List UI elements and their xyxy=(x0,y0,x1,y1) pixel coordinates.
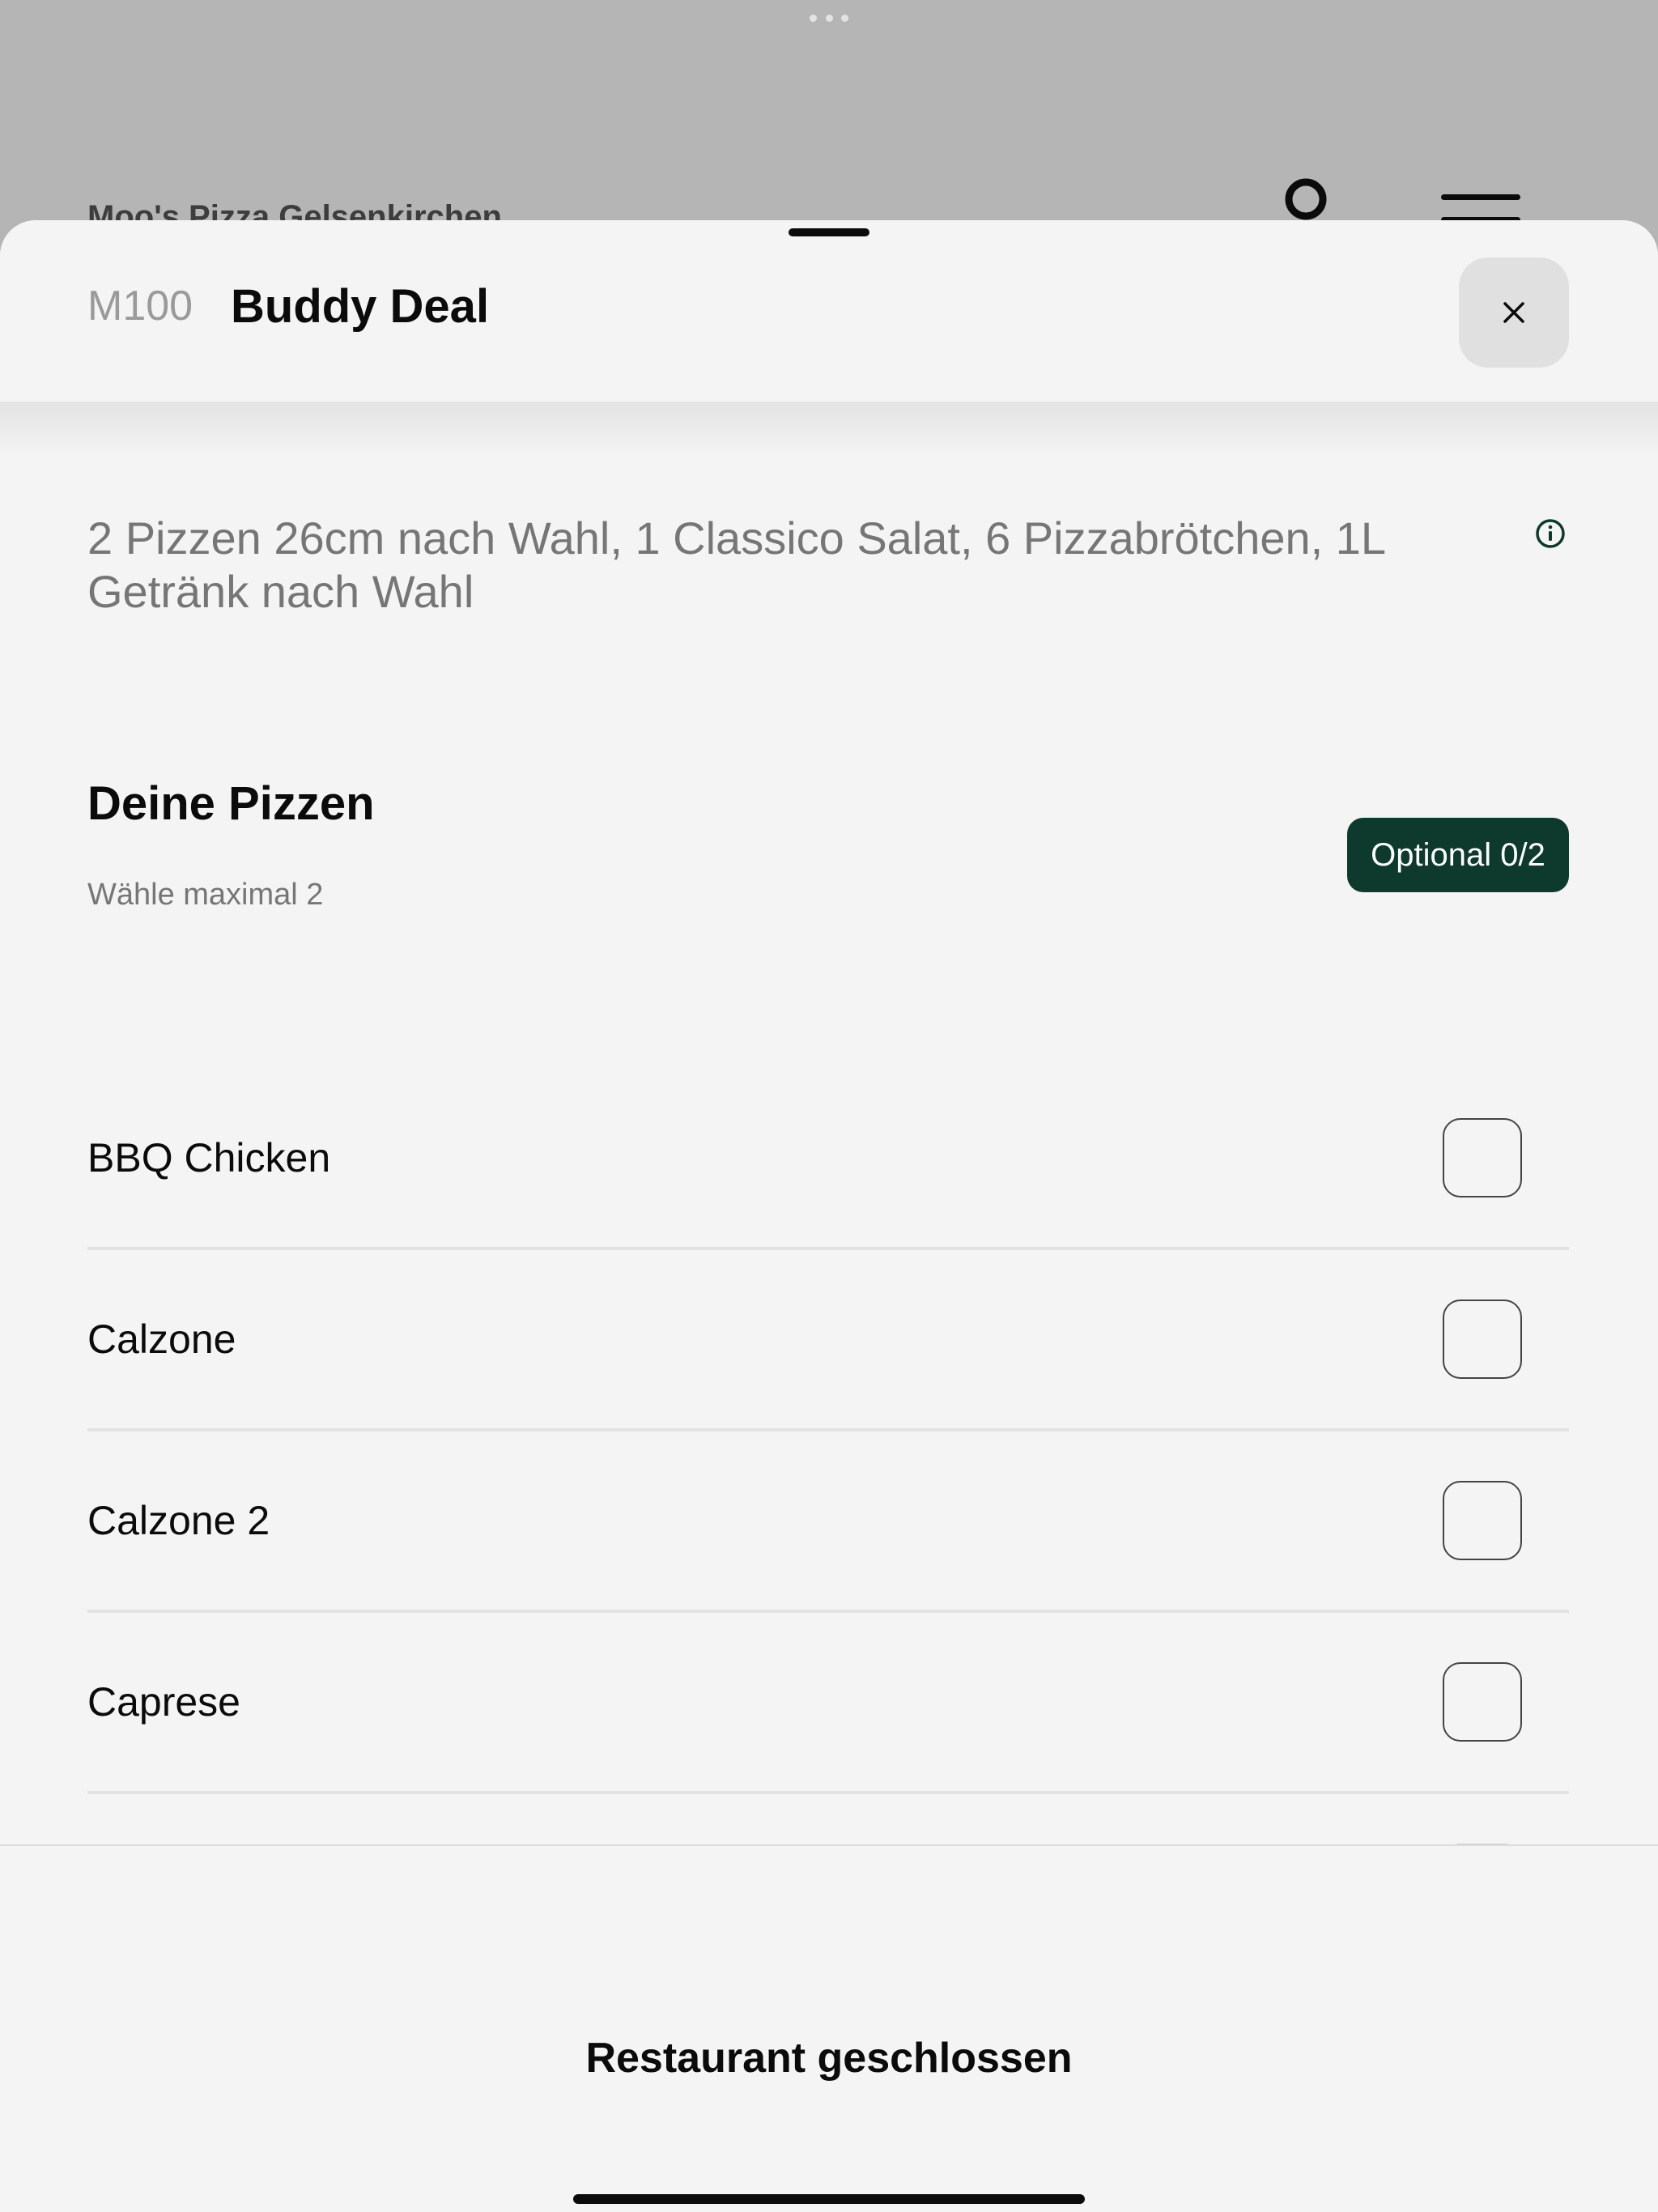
option-row-calzone-2[interactable]: Calzone 2 xyxy=(87,1431,1569,1613)
home-indicator[interactable] xyxy=(573,2194,1085,2204)
option-checkbox[interactable] xyxy=(1443,1118,1522,1197)
option-label: BBQ Chicken xyxy=(87,1135,331,1180)
close-button[interactable] xyxy=(1459,257,1569,368)
item-title: Buddy Deal xyxy=(231,280,490,333)
option-checkbox[interactable] xyxy=(1443,1481,1522,1560)
section-title: Deine Pizzen xyxy=(87,777,375,830)
restaurant-status: Restaurant geschlossen xyxy=(585,2035,1073,2082)
background-page: Moo's Pizza Gelsenkirchen xyxy=(0,0,1658,243)
optional-badge: Optional 0/2 xyxy=(1347,818,1569,892)
sheet-footer: Restaurant geschlossen xyxy=(0,1844,1658,2212)
pizza-option-list: BBQ Chicken Calzone Calzone 2 Caprese Di… xyxy=(87,1069,1569,1976)
info-icon[interactable] xyxy=(1535,518,1566,549)
option-row-calzone[interactable]: Calzone xyxy=(87,1250,1569,1431)
option-checkbox[interactable] xyxy=(1443,1300,1522,1379)
item-code: M100 xyxy=(87,283,193,330)
multitasking-dots-icon[interactable] xyxy=(810,15,848,23)
option-label: Calzone xyxy=(87,1317,236,1362)
header-shadow xyxy=(0,402,1658,458)
close-icon xyxy=(1503,302,1524,323)
user-icon[interactable] xyxy=(1283,177,1329,222)
option-row-caprese[interactable]: Caprese xyxy=(87,1613,1569,1794)
sheet-grabber[interactable] xyxy=(789,228,869,236)
option-label: Caprese xyxy=(87,1679,240,1725)
product-sheet: M100 Buddy Deal 2 Pizzen 26cm nach Wahl,… xyxy=(0,220,1658,2212)
option-row-bbq-chicken[interactable]: BBQ Chicken xyxy=(87,1069,1569,1250)
sheet-header: M100 Buddy Deal xyxy=(0,220,1658,402)
option-checkbox[interactable] xyxy=(1443,1662,1522,1742)
section-subtitle: Wähle maximal 2 xyxy=(87,878,324,912)
item-description: 2 Pizzen 26cm nach Wahl, 1 Classico Sala… xyxy=(87,513,1384,617)
option-label: Calzone 2 xyxy=(87,1498,270,1543)
